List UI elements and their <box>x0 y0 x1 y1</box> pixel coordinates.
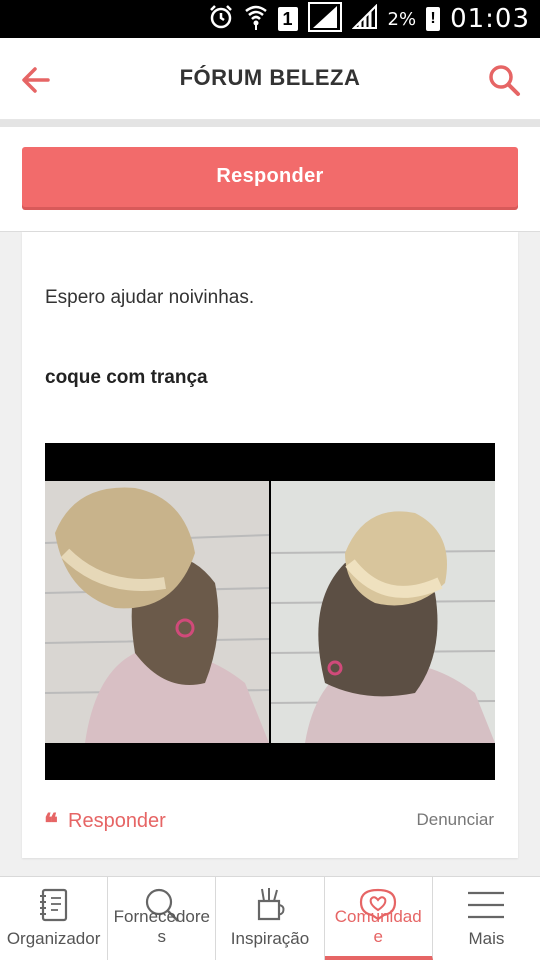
tab-label-line: Comunidad <box>334 907 422 926</box>
tab-comunidade[interactable]: Comunidad e <box>324 877 433 960</box>
signal-icon <box>307 1 342 37</box>
app-bar: FÓRUM BELEZA <box>0 38 540 120</box>
page-title: FÓRUM BELEZA <box>179 65 361 90</box>
tab-inspiracao[interactable]: Inspiração <box>216 877 325 960</box>
notebook-icon <box>34 885 74 925</box>
post-reply-label: Responder <box>68 809 166 832</box>
wifi-icon <box>244 3 268 36</box>
post-image[interactable] <box>45 443 495 780</box>
battery-alert: ! <box>430 10 436 27</box>
tab-label: Inspiração <box>230 929 310 948</box>
divider <box>0 120 540 127</box>
alarm-icon <box>208 4 234 35</box>
post-reply-link[interactable]: ❝ Responder <box>44 807 166 839</box>
report-link[interactable]: Denunciar <box>417 810 495 830</box>
post-subheading: coque com trança <box>45 367 208 388</box>
tab-label: Organizador <box>6 929 101 948</box>
post-card: Espero ajudar noivinhas. coque com tranç… <box>22 232 518 858</box>
tab-label-line: Fornecedore <box>113 907 210 926</box>
menu-icon <box>466 885 506 925</box>
battery-icon: ! <box>426 7 441 31</box>
battery-percent: 2% <box>387 8 417 30</box>
reply-button[interactable]: Responder <box>22 147 518 207</box>
quote-icon: ❝ <box>44 809 58 839</box>
post-text: Espero ajudar noivinhas. <box>45 287 255 308</box>
bottom-tab-bar: Organizador Fornecedore s Inspiração Comu… <box>0 876 540 960</box>
tab-organizador[interactable]: Organizador <box>0 877 109 960</box>
tab-label: Mais <box>468 929 505 948</box>
clock: 01:03 <box>450 4 530 34</box>
pencil-cup-icon <box>250 885 290 925</box>
status-bar: 1 2% ! 01:03 <box>0 0 540 38</box>
tab-label-line: s <box>157 927 167 946</box>
search-icon[interactable] <box>486 62 522 98</box>
sim-slot-icon: 1 <box>277 7 298 31</box>
tab-fornecedores[interactable]: Fornecedore s <box>108 877 217 960</box>
tab-label: Comunidad e <box>325 907 432 947</box>
tab-mais[interactable]: Mais <box>433 877 540 960</box>
signal-icon-2 <box>351 3 378 35</box>
tab-label: Fornecedore s <box>108 907 215 947</box>
tab-label-line: e <box>373 927 383 946</box>
reply-section: Responder <box>0 127 540 232</box>
